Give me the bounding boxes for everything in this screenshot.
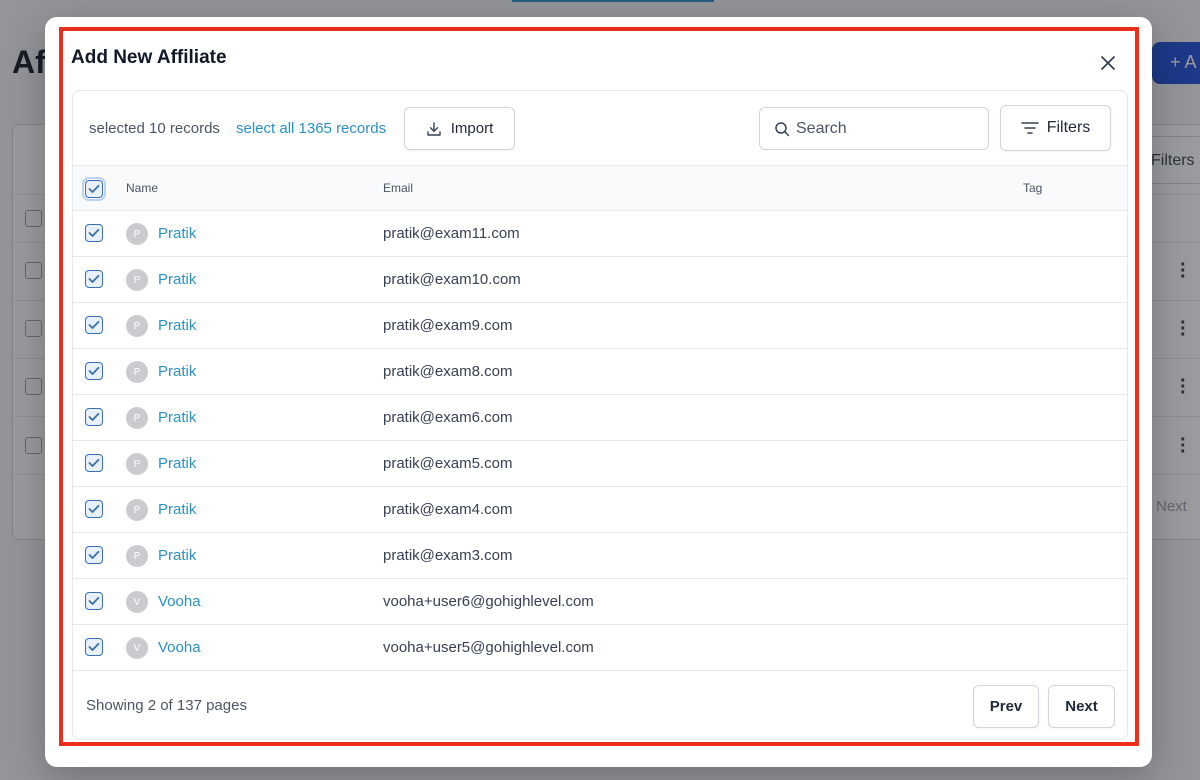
affiliate-picker-panel: selected 10 records select all 1365 reco… bbox=[72, 90, 1128, 740]
prev-page-button[interactable]: Prev bbox=[973, 685, 1039, 728]
checkmark-icon bbox=[88, 184, 100, 193]
table-row[interactable]: P Pratik pratik@exam8.com bbox=[73, 349, 1127, 395]
checkmark-icon bbox=[88, 320, 100, 329]
table-header: Name Email Tag bbox=[73, 165, 1127, 211]
column-header-tag[interactable]: Tag bbox=[1023, 181, 1042, 195]
row-checkbox[interactable] bbox=[85, 316, 103, 334]
avatar: P bbox=[126, 453, 148, 475]
affiliate-name-link[interactable]: Pratik bbox=[158, 271, 196, 288]
avatar: P bbox=[126, 407, 148, 429]
avatar: P bbox=[126, 269, 148, 291]
affiliate-email: pratik@exam3.com bbox=[383, 547, 513, 564]
table-row[interactable]: P Pratik pratik@exam3.com bbox=[73, 533, 1127, 579]
table-row[interactable]: P Pratik pratik@exam10.com bbox=[73, 257, 1127, 303]
affiliate-email: vooha+user5@gohighlevel.com bbox=[383, 639, 594, 656]
table-row[interactable]: V Vooha vooha+user6@gohighlevel.com bbox=[73, 579, 1127, 625]
column-header-name[interactable]: Name bbox=[126, 181, 158, 195]
modal-title: Add New Affiliate bbox=[71, 47, 227, 68]
pagination-status: Showing 2 of 137 pages bbox=[86, 697, 247, 714]
avatar: P bbox=[126, 361, 148, 383]
table-row[interactable]: P Pratik pratik@exam11.com bbox=[73, 211, 1127, 257]
filters-button-label: Filters bbox=[1046, 119, 1091, 136]
affiliate-name-link[interactable]: Pratik bbox=[158, 547, 196, 564]
affiliate-name-link[interactable]: Vooha bbox=[158, 639, 201, 656]
selected-count-text: selected 10 records bbox=[89, 120, 220, 137]
affiliate-email: pratik@exam8.com bbox=[383, 363, 513, 380]
avatar: V bbox=[126, 637, 148, 659]
search-icon bbox=[775, 121, 790, 136]
table-row[interactable]: P Pratik pratik@exam6.com bbox=[73, 395, 1127, 441]
column-header-email[interactable]: Email bbox=[383, 181, 413, 195]
avatar: P bbox=[126, 499, 148, 521]
search-input[interactable] bbox=[796, 119, 976, 138]
checkmark-icon bbox=[88, 642, 100, 651]
import-button-label: Import bbox=[450, 120, 494, 137]
table-row[interactable]: P Pratik pratik@exam5.com bbox=[73, 441, 1127, 487]
affiliate-email: pratik@exam11.com bbox=[383, 225, 520, 242]
table-row[interactable]: P Pratik pratik@exam9.com bbox=[73, 303, 1127, 349]
checkmark-icon bbox=[88, 550, 100, 559]
checkmark-icon bbox=[88, 458, 100, 467]
checkmark-icon bbox=[88, 274, 100, 283]
filter-lines-icon bbox=[1020, 122, 1039, 134]
checkmark-icon bbox=[88, 228, 100, 237]
pagination-footer: Showing 2 of 137 pages Prev Next bbox=[73, 671, 1127, 739]
affiliate-email: vooha+user6@gohighlevel.com bbox=[383, 593, 594, 610]
affiliate-email: pratik@exam9.com bbox=[383, 317, 513, 334]
select-all-link[interactable]: select all 1365 records bbox=[236, 120, 386, 137]
affiliate-name-link[interactable]: Pratik bbox=[158, 225, 196, 242]
affiliate-email: pratik@exam6.com bbox=[383, 409, 513, 426]
close-icon bbox=[1101, 56, 1115, 70]
filters-button[interactable]: Filters bbox=[1000, 105, 1111, 151]
add-affiliate-modal: Add New Affiliate selected 10 records se… bbox=[45, 17, 1152, 767]
table-body: P Pratik pratik@exam11.com P Pratik pratik@ex… bbox=[73, 211, 1127, 671]
table-row[interactable]: V Vooha vooha+user5@gohighlevel.com bbox=[73, 625, 1127, 671]
avatar: P bbox=[126, 545, 148, 567]
affiliate-email: pratik@exam4.com bbox=[383, 501, 513, 518]
avatar: V bbox=[126, 591, 148, 613]
next-page-button[interactable]: Next bbox=[1048, 685, 1115, 728]
checkmark-icon bbox=[88, 504, 100, 513]
row-checkbox[interactable] bbox=[85, 362, 103, 380]
picker-toolbar: selected 10 records select all 1365 reco… bbox=[73, 91, 1127, 165]
avatar: P bbox=[126, 315, 148, 337]
download-icon bbox=[427, 121, 441, 136]
affiliate-email: pratik@exam5.com bbox=[383, 455, 513, 472]
row-checkbox[interactable] bbox=[85, 592, 103, 610]
affiliate-name-link[interactable]: Vooha bbox=[158, 593, 201, 610]
affiliate-name-link[interactable]: Pratik bbox=[158, 455, 196, 472]
affiliate-table: Name Email Tag P Pratik pratik@exam11.com P… bbox=[73, 165, 1127, 671]
affiliate-name-link[interactable]: Pratik bbox=[158, 317, 196, 334]
affiliate-name-link[interactable]: Pratik bbox=[158, 409, 196, 426]
checkmark-icon bbox=[88, 412, 100, 421]
row-checkbox[interactable] bbox=[85, 500, 103, 518]
row-checkbox[interactable] bbox=[85, 454, 103, 472]
row-checkbox[interactable] bbox=[85, 546, 103, 564]
row-checkbox[interactable] bbox=[85, 270, 103, 288]
row-checkbox[interactable] bbox=[85, 224, 103, 242]
affiliate-name-link[interactable]: Pratik bbox=[158, 501, 196, 518]
row-checkbox[interactable] bbox=[85, 638, 103, 656]
affiliate-email: pratik@exam10.com bbox=[383, 271, 521, 288]
close-button[interactable] bbox=[1095, 50, 1121, 76]
checkmark-icon bbox=[88, 366, 100, 375]
table-row[interactable]: P Pratik pratik@exam4.com bbox=[73, 487, 1127, 533]
avatar: P bbox=[126, 223, 148, 245]
checkmark-icon bbox=[88, 596, 100, 605]
affiliate-name-link[interactable]: Pratik bbox=[158, 363, 196, 380]
import-button[interactable]: Import bbox=[404, 107, 515, 150]
search-box bbox=[759, 107, 989, 150]
select-all-checkbox[interactable] bbox=[82, 177, 106, 201]
row-checkbox[interactable] bbox=[85, 408, 103, 426]
